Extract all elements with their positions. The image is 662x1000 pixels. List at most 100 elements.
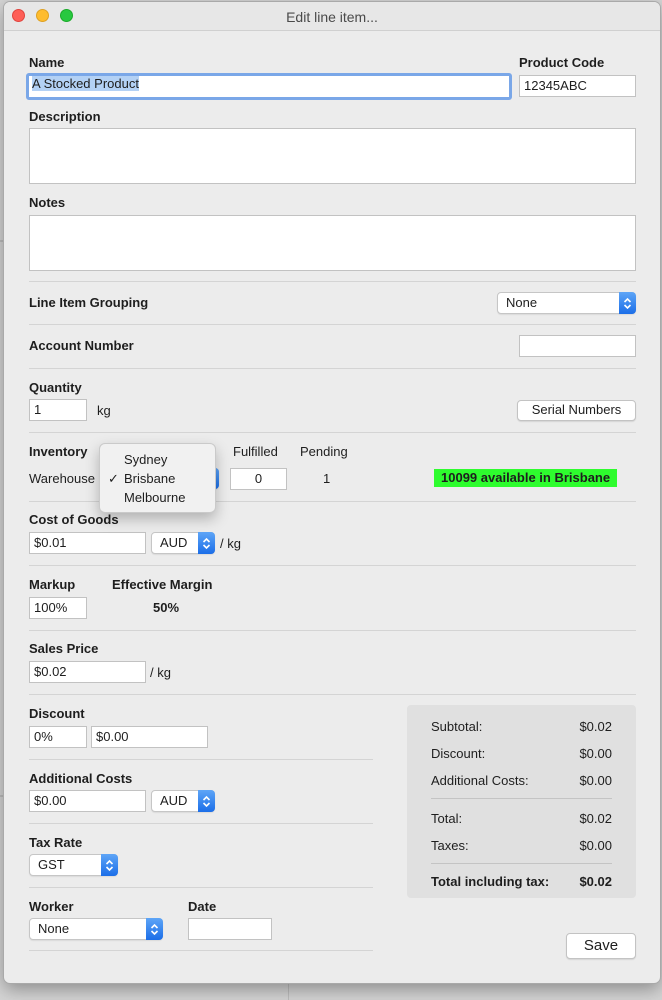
taxes-row: Taxes: $0.00 [431, 838, 612, 853]
account-number-label: Account Number [29, 338, 134, 353]
additional-currency-value: AUD [160, 793, 188, 808]
date-field[interactable] [188, 918, 272, 940]
save-button[interactable]: Save [566, 933, 636, 959]
pending-value: 1 [323, 471, 331, 486]
total-value: $0.02 [579, 811, 612, 826]
summary-divider [431, 863, 612, 864]
serial-numbers-button[interactable]: Serial Numbers [517, 400, 636, 421]
notes-label: Notes [29, 195, 66, 210]
grouping-value: None [506, 295, 538, 310]
markup-field[interactable]: 100% [29, 597, 87, 619]
divider [29, 281, 636, 282]
divider [29, 887, 373, 888]
quantity-unit: kg [97, 403, 111, 418]
warehouse-dropdown-menu: Sydney ✓ Brisbane Melbourne [99, 443, 216, 513]
name-field-value: A Stocked Product [32, 76, 139, 91]
discount-row: Discount: $0.00 [431, 746, 612, 761]
divider [29, 823, 373, 824]
cost-of-goods-field[interactable]: $0.01 [29, 532, 146, 554]
checkmark-icon: ✓ [108, 471, 119, 486]
total-label: Total: [431, 811, 463, 826]
divider [29, 950, 373, 951]
divider [29, 432, 636, 433]
discount-percent-field[interactable]: 0% [29, 726, 87, 748]
worker-label: Worker [29, 899, 74, 914]
inventory-label: Inventory [29, 444, 88, 459]
window-title: Edit line item... [286, 9, 378, 25]
warehouse-option-melbourne[interactable]: Melbourne [100, 488, 215, 507]
availability-badge: 10099 available in Brisbane [434, 469, 618, 487]
summary-discount-value: $0.00 [579, 746, 612, 761]
fulfilled-field[interactable]: 0 [230, 468, 287, 490]
grand-total-value: $0.02 [579, 874, 612, 889]
pending-label: Pending [300, 444, 348, 459]
chevron-updown-icon [101, 854, 118, 876]
sales-price-field[interactable]: $0.02 [29, 661, 146, 683]
tax-rate-popup[interactable]: GST [29, 854, 118, 876]
subtotal-label: Subtotal: [431, 719, 483, 734]
quantity-label: Quantity [29, 380, 82, 395]
warehouse-label: Warehouse [29, 471, 95, 486]
fulfilled-label: Fulfilled [233, 444, 278, 459]
effective-margin-label: Effective Margin [112, 577, 213, 592]
warehouse-option-label: Melbourne [124, 490, 186, 505]
notes-field[interactable] [29, 215, 636, 271]
quantity-field[interactable]: 1 [29, 399, 87, 421]
worker-popup[interactable]: None [29, 918, 163, 940]
grouping-popup[interactable]: None [497, 292, 636, 314]
summary-additional-label: Additional Costs: [431, 773, 529, 788]
account-number-field[interactable] [519, 335, 636, 357]
summary-divider [431, 798, 612, 799]
divider [29, 694, 636, 695]
additional-currency-popup[interactable]: AUD [151, 790, 215, 812]
edit-line-item-dialog: Edit line item... Name A Stocked Product… [4, 2, 660, 983]
product-code-field[interactable]: 12345ABC [519, 75, 636, 97]
additional-costs-label: Additional Costs [29, 771, 133, 786]
cost-unit: / kg [220, 536, 241, 551]
chevron-updown-icon [198, 532, 215, 554]
taxes-value: $0.00 [579, 838, 612, 853]
sales-price-unit: / kg [150, 665, 171, 680]
warehouse-option-label: Brisbane [124, 471, 176, 486]
subtotal-value: $0.02 [579, 719, 612, 734]
warehouse-option-brisbane[interactable]: ✓ Brisbane [100, 469, 215, 488]
additional-costs-field[interactable]: $0.00 [29, 790, 146, 812]
effective-margin-value: 50% [153, 600, 180, 615]
sales-price-label: Sales Price [29, 641, 99, 656]
additional-costs-row: Additional Costs: $0.00 [431, 773, 612, 788]
name-field[interactable]: A Stocked Product [26, 73, 512, 100]
divider [29, 630, 636, 631]
title-bar: Edit line item... [4, 2, 660, 31]
date-label: Date [188, 899, 217, 914]
chevron-updown-icon [198, 790, 215, 812]
tax-rate-label: Tax Rate [29, 835, 83, 850]
cost-currency-value: AUD [160, 535, 188, 550]
tax-rate-value: GST [38, 857, 65, 872]
markup-label: Markup [29, 577, 76, 592]
description-field[interactable] [29, 128, 636, 184]
product-code-label: Product Code [519, 55, 605, 70]
worker-value: None [38, 921, 70, 936]
divider [29, 368, 636, 369]
summary-discount-label: Discount: [431, 746, 486, 761]
name-label: Name [29, 55, 65, 70]
background-divider [288, 983, 289, 1000]
cost-currency-popup[interactable]: AUD [151, 532, 215, 554]
warehouse-option-label: Sydney [124, 452, 168, 467]
grand-total-row: Total including tax: $0.02 [431, 874, 612, 889]
discount-label: Discount [29, 706, 85, 721]
grouping-label: Line Item Grouping [29, 295, 149, 310]
warehouse-option-sydney[interactable]: Sydney [100, 450, 215, 469]
subtotal-row: Subtotal: $0.02 [431, 719, 612, 734]
chevron-updown-icon [619, 292, 636, 314]
summary-additional-value: $0.00 [579, 773, 612, 788]
totals-summary-panel: Subtotal: $0.02 Discount: $0.00 Addition… [407, 705, 636, 898]
grand-total-label: Total including tax: [431, 874, 550, 889]
discount-amount-field[interactable]: $0.00 [91, 726, 208, 748]
description-label: Description [29, 109, 101, 124]
cost-of-goods-label: Cost of Goods [29, 512, 119, 527]
taxes-label: Taxes: [431, 838, 469, 853]
divider [29, 565, 636, 566]
total-row: Total: $0.02 [431, 811, 612, 826]
divider [29, 324, 636, 325]
